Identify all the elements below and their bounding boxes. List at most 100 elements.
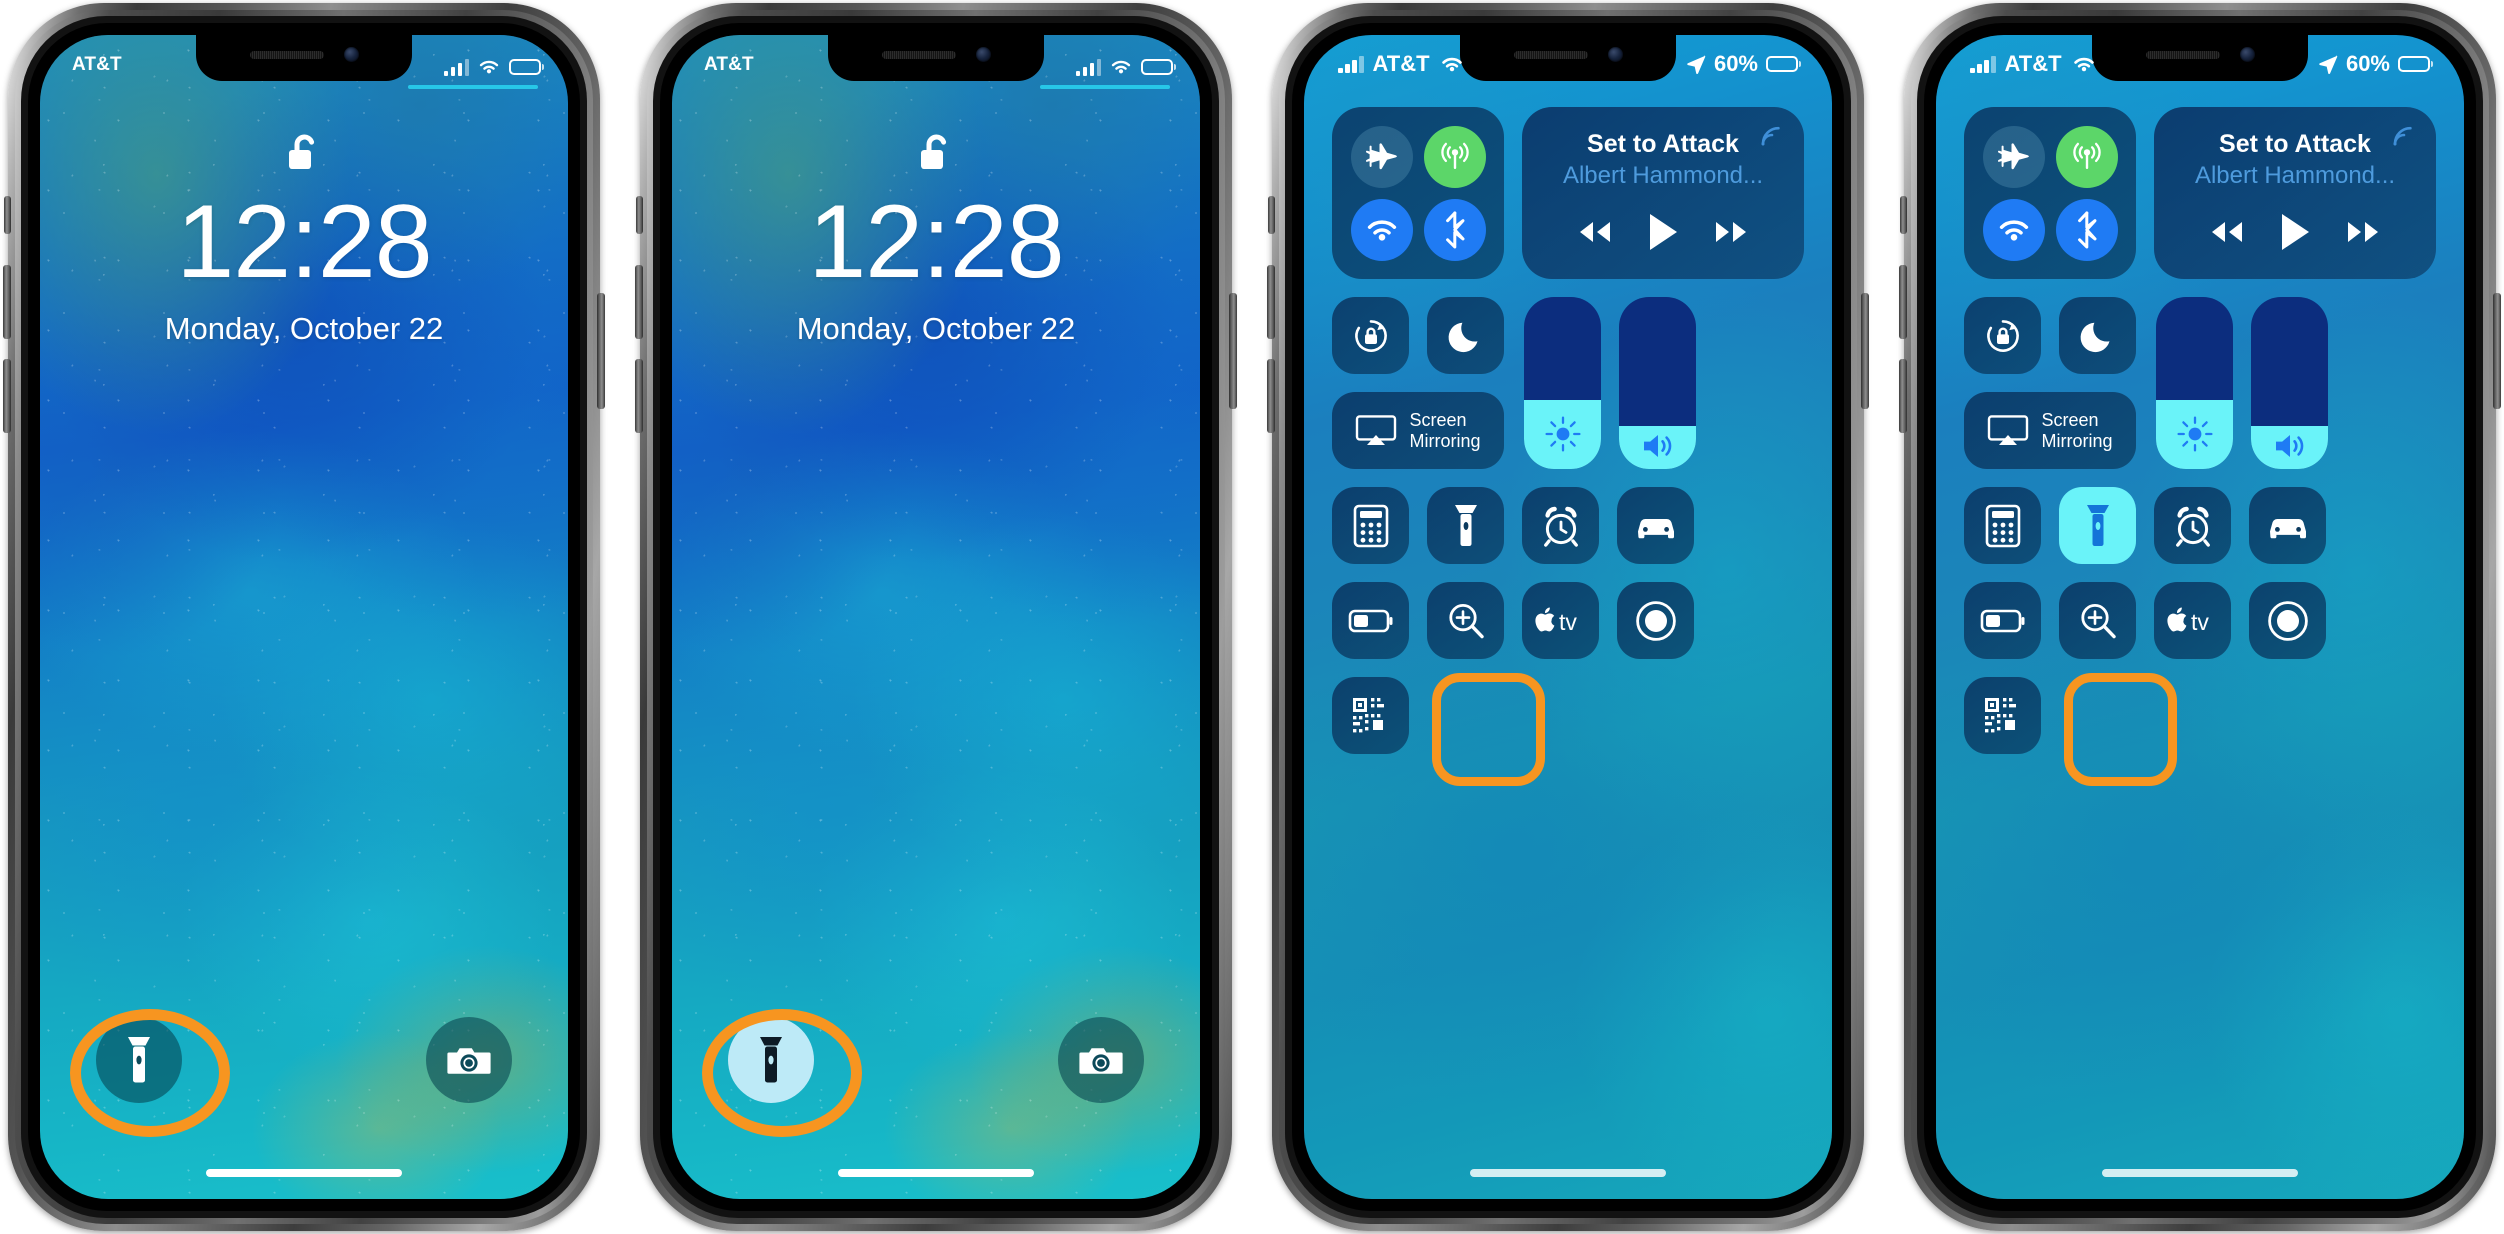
silent-switch[interactable] [1268, 196, 1275, 234]
status-bar: AT&T 60% [1936, 35, 2464, 83]
calculator-icon [1985, 504, 2020, 547]
cellular-data-toggle[interactable] [1423, 125, 1486, 188]
device-screen[interactable]: AT&T 60% Set to Attack Albert Hammond...… [1936, 35, 2464, 1199]
calculator-icon [1353, 504, 1388, 547]
now-playing-widget[interactable]: Set to Attack Albert Hammond... [2154, 107, 2436, 279]
alarm-tile[interactable] [1522, 487, 1599, 564]
now-playing-widget[interactable]: Set to Attack Albert Hammond... [1522, 107, 1804, 279]
volume-up-button[interactable] [1267, 265, 1275, 339]
volume-down-button[interactable] [1899, 359, 1907, 433]
fast-forward-icon[interactable] [1712, 219, 1752, 245]
low-power-battery-icon [1348, 609, 1392, 632]
cellular-data-toggle[interactable] [2055, 125, 2118, 188]
control-center-tiles-row-3 [1964, 677, 2436, 754]
apple-tv-remote-tile[interactable]: tv [2154, 582, 2231, 659]
play-icon[interactable] [1646, 212, 1680, 252]
low-power-mode-tile[interactable] [1332, 582, 1409, 659]
rewind-icon[interactable] [2206, 219, 2246, 245]
volume-up-button[interactable] [635, 265, 643, 339]
screen-recording-tile[interactable] [2249, 582, 2326, 659]
side-power-button[interactable] [597, 293, 605, 409]
apple-tv-remote-tile[interactable]: tv [1522, 582, 1599, 659]
side-power-button[interactable] [1861, 293, 1869, 409]
bluetooth-toggle[interactable] [1423, 198, 1486, 261]
volume-up-button[interactable] [1899, 265, 1907, 339]
home-indicator[interactable] [1470, 1169, 1666, 1177]
screen-recording-tile[interactable] [1617, 582, 1694, 659]
flashlight-tile[interactable] [1427, 487, 1504, 564]
device-bezel: AT&T 60% Set to Attack Albert Hammond...… [1292, 23, 1844, 1211]
volume-down-button[interactable] [635, 359, 643, 433]
play-icon[interactable] [2278, 212, 2312, 252]
wifi-toggle[interactable] [1982, 198, 2045, 261]
alarm-tile[interactable] [2154, 487, 2231, 564]
side-power-button[interactable] [1229, 293, 1237, 409]
device-screen[interactable]: AT&T 12:28 Monday, October 22 [672, 35, 1200, 1199]
calculator-tile[interactable] [1332, 487, 1409, 564]
volume-down-button[interactable] [3, 359, 11, 433]
volume-slider[interactable] [1619, 297, 1696, 469]
silent-switch[interactable] [636, 196, 643, 234]
silent-switch[interactable] [4, 196, 11, 234]
lock-screen-quick-actions [40, 1017, 568, 1103]
volume-slider[interactable] [2251, 297, 2328, 469]
device-screen[interactable]: AT&T 12:28 Monday, October 22 [40, 35, 568, 1199]
bluetooth-icon [2077, 211, 2096, 248]
driving-focus-tile[interactable] [1617, 487, 1694, 564]
camera-button[interactable] [1058, 1017, 1144, 1103]
wifi-toggle[interactable] [1350, 198, 1413, 261]
flashlight-button[interactable] [728, 1017, 814, 1103]
camera-button[interactable] [426, 1017, 512, 1103]
flashlight-tile[interactable] [2059, 487, 2136, 564]
wifi-icon [479, 60, 499, 74]
home-indicator[interactable] [2102, 1169, 2298, 1177]
airplane-mode-toggle[interactable] [1350, 125, 1413, 188]
connectivity-tile[interactable] [1964, 107, 2136, 279]
silent-switch[interactable] [1900, 196, 1907, 234]
volume-down-button[interactable] [1267, 359, 1275, 433]
airplay-audio-icon[interactable] [1758, 121, 1786, 149]
rotation-lock-toggle[interactable] [1964, 297, 2041, 374]
apple-tv-icon: tv [2166, 607, 2209, 635]
qr-code-scanner-tile[interactable] [1332, 677, 1409, 754]
side-power-button[interactable] [2493, 293, 2501, 409]
screen-mirroring-label: Screen Mirroring [2041, 410, 2112, 452]
lock-screen-quick-actions [672, 1017, 1200, 1103]
calculator-tile[interactable] [1964, 487, 2041, 564]
brightness-slider[interactable] [1524, 297, 1601, 469]
screen-record-icon [1635, 600, 1676, 641]
status-bar-right [385, 58, 541, 76]
do-not-disturb-toggle[interactable] [2059, 297, 2136, 374]
magnifier-tile[interactable] [2059, 582, 2136, 659]
bluetooth-toggle[interactable] [2055, 198, 2118, 261]
home-indicator[interactable] [206, 1169, 402, 1177]
flashlight-button[interactable] [96, 1017, 182, 1103]
qr-code-scanner-tile[interactable] [1964, 677, 2041, 754]
screen-mirroring-tile[interactable]: Screen Mirroring [1964, 392, 2136, 469]
device-bezel: AT&T 12:28 Monday, October 22 [660, 23, 1212, 1211]
iphone-control-center-flashlight-on: AT&T 60% Set to Attack Albert Hammond...… [1899, 3, 2501, 1231]
airplay-audio-icon[interactable] [2390, 121, 2418, 149]
driving-focus-tile[interactable] [2249, 487, 2326, 564]
low-power-mode-tile[interactable] [1964, 582, 2041, 659]
do-not-disturb-toggle[interactable] [1427, 297, 1504, 374]
rotation-lock-toggle[interactable] [1332, 297, 1409, 374]
status-bar-left: AT&T [1970, 51, 2097, 77]
carrier-label: AT&T [2004, 51, 2062, 76]
status-bar: AT&T [672, 35, 1200, 81]
low-power-battery-icon [1980, 609, 2024, 632]
screen-mirroring-tile[interactable]: Screen Mirroring [1332, 392, 1504, 469]
airplane-mode-toggle[interactable] [1982, 125, 2045, 188]
magnifier-tile[interactable] [1427, 582, 1504, 659]
screen-mirroring-icon [1988, 414, 2029, 445]
signal-bars-icon [1075, 58, 1101, 76]
brightness-slider[interactable] [2156, 297, 2233, 469]
screen-mirroring-label-line1: Screen [2041, 409, 2099, 430]
rewind-icon[interactable] [1574, 219, 1614, 245]
flashlight-icon [128, 1037, 150, 1083]
fast-forward-icon[interactable] [2344, 219, 2384, 245]
connectivity-tile[interactable] [1332, 107, 1504, 279]
volume-up-button[interactable] [3, 265, 11, 339]
device-screen[interactable]: AT&T 60% Set to Attack Albert Hammond...… [1304, 35, 1832, 1199]
home-indicator[interactable] [838, 1169, 1034, 1177]
